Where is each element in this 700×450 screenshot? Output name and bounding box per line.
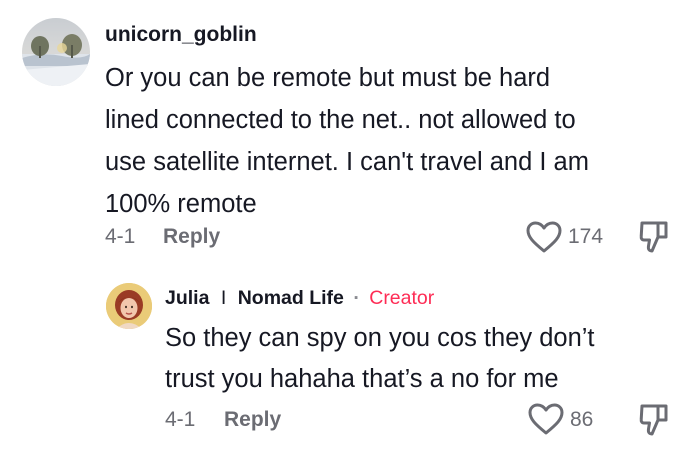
separator-dot: ·	[353, 287, 360, 309]
like-count: 174	[568, 225, 604, 248]
thumbs-down-icon[interactable]	[638, 219, 670, 255]
comment-text-line: Or you can be remote but must be hard	[105, 64, 551, 92]
reply-button[interactable]: Reply	[163, 225, 220, 249]
comment-text: Or you can be remote but must be hard li…	[105, 57, 589, 225]
reply-text-line: trust you hahaha that’s a no for me	[165, 365, 559, 393]
like-count: 86	[570, 408, 594, 431]
heart-outline-icon[interactable]	[527, 402, 565, 436]
reply-text-line: So they can spy on you cos they don’t	[165, 324, 595, 352]
landscape-avatar-image	[22, 18, 90, 86]
reply-text: So they can spy on you cos they don’t tr…	[165, 318, 595, 400]
avatar[interactable]	[106, 283, 152, 329]
reply-date: 4-1	[165, 408, 196, 431]
reply-author[interactable]: Julia I Nomad Life · Creator	[165, 287, 434, 310]
reply-username[interactable]: Julia	[165, 287, 209, 309]
portrait-avatar-image	[106, 283, 152, 329]
comment-text-line: use satellite internet. I can't travel a…	[105, 148, 589, 176]
comment-text-line: lined connected to the net.. not allowed…	[105, 106, 576, 134]
channel-name[interactable]: Nomad Life	[238, 287, 344, 309]
heart-outline-icon[interactable]	[525, 220, 563, 254]
comment-username[interactable]: unicorn_goblin	[105, 23, 257, 47]
comment-date: 4-1	[105, 225, 136, 248]
reply-button[interactable]: Reply	[224, 408, 281, 432]
thumbs-down-icon[interactable]	[638, 402, 670, 438]
creator-badge: Creator	[369, 287, 435, 309]
avatar[interactable]	[22, 18, 90, 86]
name-separator: I	[220, 287, 227, 309]
comment-text-line: 100% remote	[105, 190, 257, 218]
